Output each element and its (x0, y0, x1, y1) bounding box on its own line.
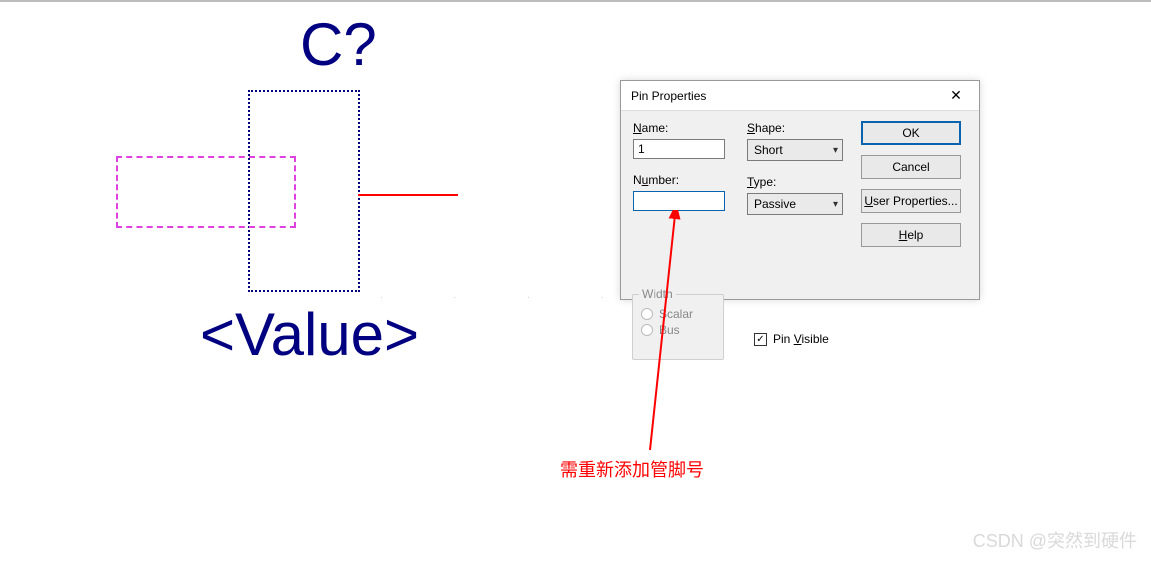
name-label: Name: (633, 121, 733, 135)
checkbox-icon[interactable]: ✓ (754, 333, 767, 346)
pin-visible-label: Pin Visible (773, 332, 829, 346)
scalar-label: Scalar (659, 307, 693, 321)
close-icon[interactable]: ✕ (941, 87, 971, 104)
watermark: CSDN @突然到硬件 (973, 527, 1137, 553)
help-button[interactable]: Help (861, 223, 961, 247)
width-group: Width Scalar Bus (632, 294, 724, 360)
type-label: Type: (747, 175, 847, 189)
canvas-top-border (0, 0, 1151, 2)
type-combo[interactable]: Passive ▾ (747, 193, 843, 215)
col-buttons: OK Cancel User Properties... Help (861, 121, 961, 253)
chevron-down-icon: ▾ (833, 145, 838, 156)
cancel-button[interactable]: Cancel (861, 155, 961, 179)
radio-icon (641, 324, 653, 336)
chevron-down-icon: ▾ (833, 199, 838, 210)
dialog-title: Pin Properties (631, 89, 706, 103)
col-name-number: Name: Number: (633, 121, 733, 211)
radio-scalar: Scalar (641, 307, 715, 321)
radio-icon (641, 308, 653, 320)
radio-bus: Bus (641, 323, 715, 337)
bus-label: Bus (659, 323, 680, 337)
number-input[interactable] (633, 191, 725, 211)
annotation-text: 需重新添加管脚号 (560, 456, 704, 482)
ok-button[interactable]: OK (861, 121, 961, 145)
component-ref-label: C? (300, 10, 377, 79)
pin-lead (358, 194, 458, 196)
col-shape-type: Shape: Short ▾ Type: Passive ▾ (747, 121, 847, 215)
pin-visible-row[interactable]: ✓ Pin Visible (754, 332, 829, 346)
dialog-titlebar[interactable]: Pin Properties ✕ (621, 81, 979, 111)
number-label: Number: (633, 173, 733, 187)
user-properties-button[interactable]: User Properties... (861, 189, 961, 213)
type-value: Passive (754, 197, 796, 211)
shape-label: Shape: (747, 121, 847, 135)
shape-value: Short (754, 143, 783, 157)
component-value-label: <Value> (200, 300, 419, 369)
shape-combo[interactable]: Short ▾ (747, 139, 843, 161)
width-legend: Width (639, 287, 676, 301)
pin-bbox (116, 156, 296, 228)
name-input[interactable] (633, 139, 725, 159)
pin-properties-dialog: Pin Properties ✕ Name: Number: Shape: Sh… (620, 80, 980, 300)
